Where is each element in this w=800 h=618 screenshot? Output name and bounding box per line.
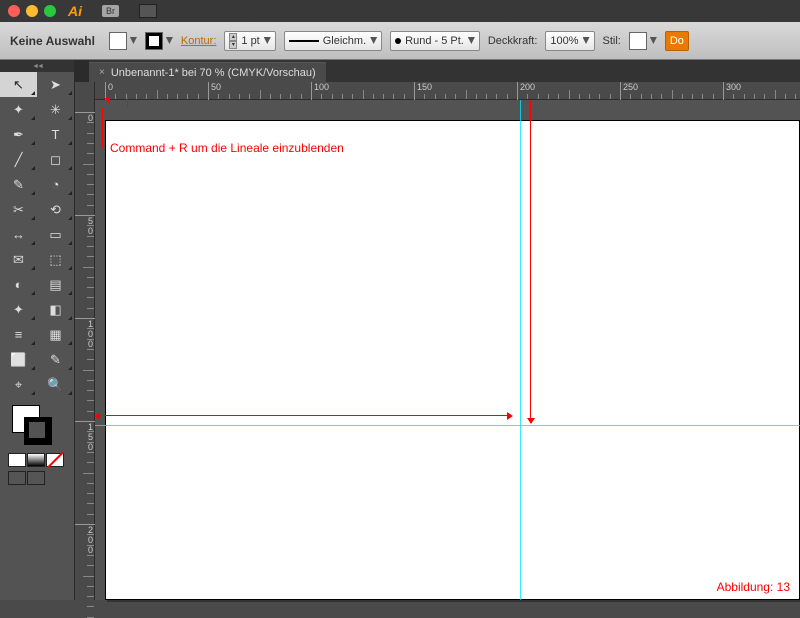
tool-3[interactable]: ✳ [37,97,74,122]
stroke-swatch[interactable] [145,32,173,50]
tool-15[interactable]: ⬚ [37,247,74,272]
control-bar: Keine Auswahl Kontur: ▴▾ 1 pt Gleichm. R… [0,22,800,60]
fill-swatch[interactable] [109,32,137,50]
selection-status: Keine Auswahl [10,34,95,48]
close-tab-icon[interactable]: × [99,67,105,78]
ruler-v-tick: 200 [75,524,95,555]
figure-caption: Abbildung: 13 [717,580,790,594]
tool-0[interactable]: ↖ [0,72,37,97]
ruler-h-tick: 200 [517,82,535,100]
titlebar: Ai Br [0,0,800,22]
ruler-v-tick: 100 [75,318,95,349]
style-dropdown[interactable] [629,32,657,50]
guide-vertical[interactable] [520,100,521,600]
opacity-label: Deckkraft: [488,35,538,47]
tool-8[interactable]: ✎ [0,172,37,197]
tool-18[interactable]: ✦ [0,297,37,322]
document-tab[interactable]: × Unbenannt-1* bei 70 % (CMYK/Vorschau) [89,62,326,82]
ruler-v-tick: 150 [75,421,95,452]
tool-24[interactable]: ⌖ [0,372,37,397]
ruler-h-tick: 150 [414,82,432,100]
minimize-window-button[interactable] [26,5,38,17]
annotation-arrow-vertical [530,100,531,418]
tool-panel: ↖➤✦✳✒T╱◻✎◔✂⟲↔▭✉⬚◐▤✦◧≡▦⬜✎⌖🔍 [0,60,75,600]
annotation-arrow-origin [108,102,109,103]
tool-19[interactable]: ◧ [37,297,74,322]
app-logo: Ai [68,3,82,19]
annotation-text-rulers: Command + R um die Lineale einzublenden [110,141,344,155]
tool-16[interactable]: ◐ [0,272,37,297]
tool-2[interactable]: ✦ [0,97,37,122]
stroke-weight-value: 1 pt [241,35,259,47]
gradient-mode-button[interactable] [27,453,45,467]
tool-21[interactable]: ▦ [37,322,74,347]
ruler-vertical[interactable]: 050100150200 [75,82,95,600]
tool-11[interactable]: ⟲ [37,197,74,222]
tool-9[interactable]: ◔ [37,172,74,197]
screen-mode-full[interactable] [27,471,45,485]
fill-stroke-proxy[interactable] [0,401,74,451]
guide-horizontal[interactable] [95,425,800,426]
document-tab-title: Unbenannt-1* bei 70 % (CMYK/Vorschau) [111,67,316,79]
tool-6[interactable]: ╱ [0,147,37,172]
tool-7[interactable]: ◻ [37,147,74,172]
close-window-button[interactable] [8,5,20,17]
stroke-proxy[interactable] [24,417,52,445]
bridge-button[interactable]: Br [102,5,119,17]
tool-12[interactable]: ↔ [0,222,37,247]
document-tab-strip: × Unbenannt-1* bei 70 % (CMYK/Vorschau) [75,60,800,82]
panel-collapse-handle[interactable] [0,60,74,72]
doc-setup-button[interactable]: Do [665,31,689,51]
style-label: Stil: [603,35,621,47]
tool-10[interactable]: ✂ [0,197,37,222]
workspace-switcher[interactable] [139,4,157,18]
stroke-weight-input[interactable]: ▴▾ 1 pt [224,31,275,51]
none-mode-button[interactable] [46,453,64,467]
ruler-h-tick: 250 [620,82,638,100]
ruler-h-tick: 100 [311,82,329,100]
tool-4[interactable]: ✒ [0,122,37,147]
stroke-label[interactable]: Kontur: [181,35,216,47]
tool-13[interactable]: ▭ [37,222,74,247]
screen-mode-normal[interactable] [8,471,26,485]
ruler-horizontal[interactable]: 050100150200250300 [95,82,800,100]
tool-1[interactable]: ➤ [37,72,74,97]
tool-25[interactable]: 🔍 [37,372,74,397]
tool-17[interactable]: ▤ [37,272,74,297]
artboard[interactable] [105,120,800,600]
tool-22[interactable]: ⬜ [0,347,37,372]
tool-14[interactable]: ✉ [0,247,37,272]
color-mode-button[interactable] [8,453,26,467]
ruler-h-tick: 300 [723,82,741,100]
maximize-window-button[interactable] [44,5,56,17]
dash-dropdown[interactable]: Gleichm. [284,31,382,51]
tool-23[interactable]: ✎ [37,347,74,372]
tool-20[interactable]: ≡ [0,322,37,347]
tool-5[interactable]: T [37,122,74,147]
annotation-arrow-horizontal [100,415,507,416]
brush-dropdown[interactable]: Rund - 5 Pt. [390,31,480,51]
opacity-input[interactable]: 100% [545,31,594,51]
